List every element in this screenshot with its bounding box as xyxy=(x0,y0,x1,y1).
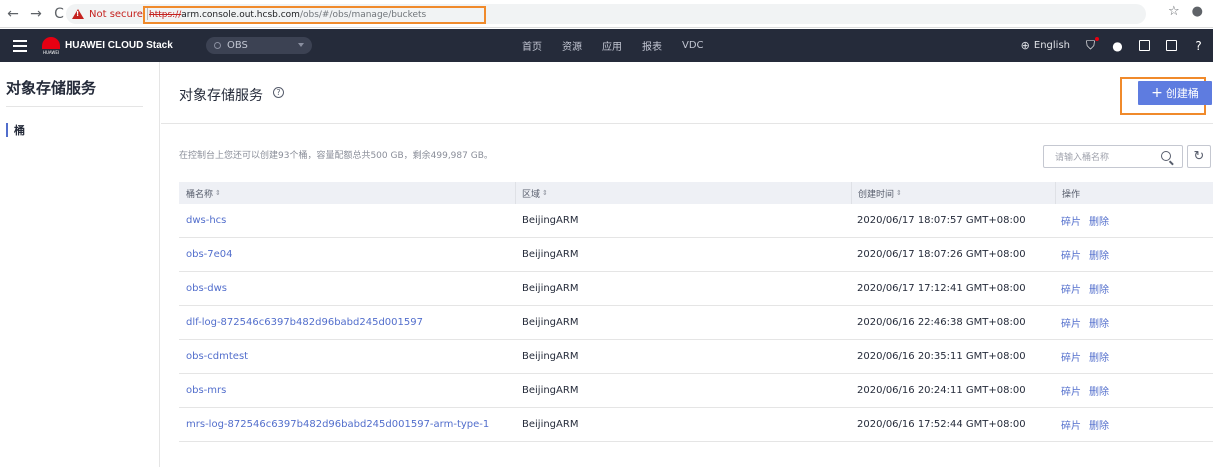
delete-link[interactable]: 删除 xyxy=(1089,213,1109,228)
table-row: obs-7e04 BeijingARM 2020/06/17 18:07:26 … xyxy=(179,238,1213,272)
url-scheme: https:// xyxy=(149,10,182,20)
app-header: HUAWEI HUAWEI CLOUD Stack OBS 首页 资源 应用 报… xyxy=(0,29,1213,62)
top-nav: 首页 资源 应用 报表 VDC xyxy=(522,29,704,62)
sort-icon[interactable]: ⇕ xyxy=(896,189,902,197)
bucket-region: BeijingARM xyxy=(522,351,579,362)
bucket-created: 2020/06/16 22:46:38 GMT+08:00 xyxy=(857,317,1026,328)
sidebar-title: 对象存储服务 xyxy=(6,79,97,97)
bucket-name-link[interactable]: obs-cdmtest xyxy=(186,351,248,362)
table-row: obs-mrs BeijingARM 2020/06/16 20:24:11 G… xyxy=(179,374,1213,408)
bucket-region: BeijingARM xyxy=(522,249,579,260)
bucket-name-link[interactable]: dws-hcs xyxy=(186,215,226,226)
chevron-down-icon xyxy=(298,43,304,47)
security-warning[interactable]: Not secure xyxy=(72,9,143,20)
buckets-table: 桶名称 ⇕ 区域 ⇕ 创建时间 ⇕ 操作 dws-hcs BeijingARM 202… xyxy=(179,182,1213,442)
language-switcher[interactable]: ⊕ English xyxy=(1021,39,1070,52)
bucket-search-input[interactable]: 请输入桶名称 xyxy=(1043,145,1183,168)
bucket-region: BeijingARM xyxy=(522,385,579,396)
browser-toolbar: ← → C Not secure https:// arm.console.ou… xyxy=(0,0,1213,28)
fragments-link[interactable]: 碎片 xyxy=(1061,315,1081,330)
url-text[interactable]: https:// arm.console.out.hcsb.com /obs/#… xyxy=(143,6,486,24)
delete-link[interactable]: 删除 xyxy=(1089,247,1109,262)
delete-link[interactable]: 删除 xyxy=(1089,349,1109,364)
plus-icon: + xyxy=(1151,85,1163,101)
delete-link[interactable]: 删除 xyxy=(1089,417,1109,432)
fragments-link[interactable]: 碎片 xyxy=(1061,349,1081,364)
bucket-created: 2020/06/16 17:52:44 GMT+08:00 xyxy=(857,419,1026,430)
col-header-region[interactable]: 区域 ⇕ xyxy=(515,182,851,204)
active-indicator xyxy=(6,123,8,137)
sidebar: 对象存储服务 桶 xyxy=(0,62,160,467)
bucket-region: BeijingARM xyxy=(522,419,579,430)
bookmark-star-icon[interactable]: ☆ xyxy=(1168,4,1180,19)
cart-icon[interactable]: ⛉ xyxy=(1084,37,1099,52)
delete-link[interactable]: 删除 xyxy=(1089,281,1109,296)
bucket-name-link[interactable]: obs-7e04 xyxy=(186,249,233,260)
url-path: /obs/#/obs/manage/buckets xyxy=(299,10,427,20)
bucket-region: BeijingARM xyxy=(522,283,579,294)
bucket-created: 2020/06/17 18:07:26 GMT+08:00 xyxy=(857,249,1026,260)
nav-home[interactable]: 首页 xyxy=(522,38,542,53)
table-row: obs-dws BeijingARM 2020/06/17 17:12:41 G… xyxy=(179,272,1213,306)
bucket-created: 2020/06/16 20:35:11 GMT+08:00 xyxy=(857,351,1026,362)
fragments-link[interactable]: 碎片 xyxy=(1061,213,1081,228)
fragments-link[interactable]: 碎片 xyxy=(1061,417,1081,432)
page-header: 对象存储服务 ? + 创建桶 xyxy=(161,62,1213,124)
page-title: 对象存储服务 xyxy=(179,88,263,104)
nav-vdc[interactable]: VDC xyxy=(682,40,704,51)
nav-apps[interactable]: 应用 xyxy=(602,38,622,53)
notes-icon[interactable] xyxy=(1138,39,1151,52)
bucket-region: BeijingARM xyxy=(522,317,579,328)
table-row: mrs-log-872546c6397b482d96babd245d001597… xyxy=(179,408,1213,442)
sidebar-divider xyxy=(6,106,143,107)
col-header-name[interactable]: 桶名称 ⇕ xyxy=(179,182,515,204)
bucket-name-link[interactable]: obs-mrs xyxy=(186,385,226,396)
messages-icon[interactable] xyxy=(1165,39,1178,52)
service-select[interactable]: OBS xyxy=(206,37,312,54)
refresh-button[interactable]: ↻ xyxy=(1187,145,1211,168)
brand-name: HUAWEI CLOUD Stack xyxy=(65,40,173,51)
search-icon[interactable] xyxy=(1161,151,1171,161)
menu-icon[interactable] xyxy=(13,39,27,52)
col-header-ops: 操作 xyxy=(1055,182,1213,204)
help-icon[interactable]: ? xyxy=(273,87,284,98)
create-bucket-button[interactable]: + 创建桶 xyxy=(1138,81,1212,105)
fragments-link[interactable]: 碎片 xyxy=(1061,383,1081,398)
sidebar-item-buckets[interactable]: 桶 xyxy=(6,122,25,138)
fragments-link[interactable]: 碎片 xyxy=(1061,247,1081,262)
forward-icon[interactable]: → xyxy=(26,4,46,24)
user-avatar-icon[interactable]: ● xyxy=(1111,39,1124,53)
table-header: 桶名称 ⇕ 区域 ⇕ 创建时间 ⇕ 操作 xyxy=(179,182,1213,204)
bucket-name-link[interactable]: dlf-log-872546c6397b482d96babd245d001597 xyxy=(186,317,423,328)
bucket-created: 2020/06/17 18:07:57 GMT+08:00 xyxy=(857,215,1026,226)
nav-reports[interactable]: 报表 xyxy=(642,38,662,53)
table-row: dlf-log-872546c6397b482d96babd245d001597… xyxy=(179,306,1213,340)
profile-icon[interactable]: ● xyxy=(1192,4,1203,19)
warning-icon xyxy=(72,9,84,19)
bucket-created: 2020/06/17 17:12:41 GMT+08:00 xyxy=(857,283,1026,294)
sort-icon[interactable]: ⇕ xyxy=(542,189,548,197)
sort-icon[interactable]: ⇕ xyxy=(215,189,221,197)
bucket-name-link[interactable]: mrs-log-872546c6397b482d96babd245d001597… xyxy=(186,419,489,430)
delete-link[interactable]: 删除 xyxy=(1089,315,1109,330)
quota-info: 在控制台上您还可以创建93个桶，容量配额总共500 GB，剩余499,987 G… xyxy=(179,151,493,161)
url-host: arm.console.out.hcsb.com xyxy=(181,10,300,20)
help-circle-icon[interactable]: ? xyxy=(1192,39,1205,53)
huawei-logo[interactable]: HUAWEI HUAWEI CLOUD Stack xyxy=(41,36,173,55)
globe-icon: ⊕ xyxy=(1020,39,1030,52)
bucket-created: 2020/06/16 20:24:11 GMT+08:00 xyxy=(857,385,1026,396)
refresh-icon: ↻ xyxy=(1193,149,1205,164)
bucket-region: BeijingARM xyxy=(522,215,579,226)
location-pin-icon xyxy=(214,42,221,49)
delete-link[interactable]: 删除 xyxy=(1089,383,1109,398)
fragments-link[interactable]: 碎片 xyxy=(1061,281,1081,296)
table-row: obs-cdmtest BeijingARM 2020/06/16 20:35:… xyxy=(179,340,1213,374)
table-body: dws-hcs BeijingARM 2020/06/17 18:07:57 G… xyxy=(179,204,1213,442)
bucket-name-link[interactable]: obs-dws xyxy=(186,283,227,294)
col-header-created[interactable]: 创建时间 ⇕ xyxy=(851,182,1055,204)
nav-resources[interactable]: 资源 xyxy=(562,38,582,53)
table-row: dws-hcs BeijingARM 2020/06/17 18:07:57 G… xyxy=(179,204,1213,238)
huawei-flower-icon: HUAWEI xyxy=(41,36,61,55)
back-icon[interactable]: ← xyxy=(3,4,23,24)
